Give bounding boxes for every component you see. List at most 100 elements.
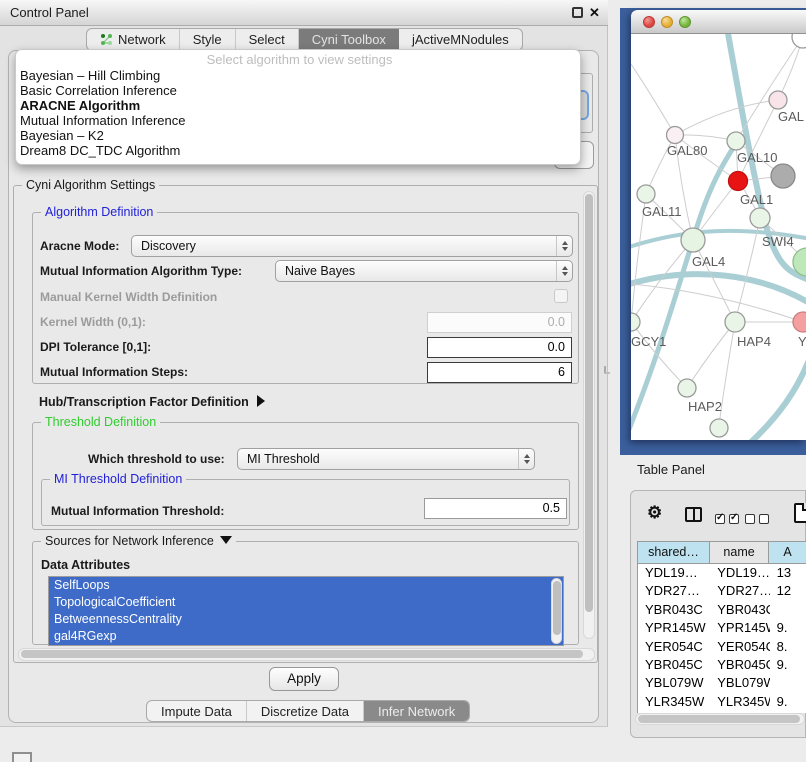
node-gal80[interactable] xyxy=(667,127,684,144)
dpi-tolerance-field[interactable]: 0.0 xyxy=(427,337,572,358)
node-label: GAL80 xyxy=(667,143,707,158)
node-hap2[interactable] xyxy=(678,379,696,397)
collapse-arrow-icon[interactable] xyxy=(220,536,232,544)
node-gray[interactable] xyxy=(771,164,795,188)
cell: YER054C xyxy=(638,638,710,656)
hub-tf-definition-toggle[interactable]: Hub/Transcription Factor Definition xyxy=(39,393,265,411)
stepper-arrows-icon xyxy=(556,236,572,256)
algorithm-option[interactable]: Bayesian – Hill Climbing xyxy=(19,68,580,83)
node-label: HAP4 xyxy=(737,334,771,349)
node-gal4[interactable] xyxy=(681,228,705,252)
table-row[interactable]: YBR043CYBR043C xyxy=(638,601,806,619)
mi-algorithm-type-combo[interactable]: Naive Bayes xyxy=(275,260,573,282)
aracne-mode-value: Discovery xyxy=(132,239,556,253)
table-row[interactable]: YBL079WYBL079W xyxy=(638,674,806,692)
tab-network[interactable]: Network xyxy=(87,29,180,50)
algorithm-option[interactable]: Basic Correlation Inference xyxy=(19,83,580,98)
table-horizontal-scrollbar-thumb[interactable] xyxy=(638,715,800,723)
cell: YBL079W xyxy=(710,674,769,692)
which-threshold-combo[interactable]: MI Threshold xyxy=(237,448,535,470)
tab-select[interactable]: Select xyxy=(236,29,299,50)
cyni-algorithm-settings-group: Cyni Algorithm Settings Algorithm Defini… xyxy=(13,185,598,663)
network-window-titlebar[interactable] xyxy=(631,10,806,34)
mi-steps-field[interactable]: 6 xyxy=(427,362,572,383)
network-canvas[interactable]: GAL GAL80 GAL10 GAL1 GAL11 SWI4 GAL4 GCY… xyxy=(631,34,806,440)
aracne-mode-combo[interactable]: Discovery xyxy=(131,235,573,257)
node-unlabeled-bottom[interactable] xyxy=(710,419,728,437)
tab-style[interactable]: Style xyxy=(180,29,236,50)
column-header-name[interactable]: name xyxy=(710,542,769,563)
deselect-all-columns-icon[interactable] xyxy=(745,511,773,529)
dpi-tolerance-label: DPI Tolerance [0,1]: xyxy=(40,340,151,354)
manual-kernel-width-label: Manual Kernel Width Definition xyxy=(40,290,217,304)
node-hap4[interactable] xyxy=(725,312,745,332)
node-label: GCY1 xyxy=(631,334,666,349)
node-gal11[interactable] xyxy=(637,185,655,203)
algorithm-option-selected[interactable]: ARACNE Algorithm xyxy=(19,98,580,113)
columns-icon[interactable] xyxy=(685,507,702,522)
cell: YER054C xyxy=(710,638,769,656)
table-row[interactable]: YBR045CYBR045C9. xyxy=(638,656,806,674)
table-horizontal-scrollbar[interactable] xyxy=(635,713,805,725)
attributes-scrollbar-thumb[interactable] xyxy=(553,581,561,635)
float-window-icon[interactable] xyxy=(572,7,583,18)
attribute-item-selected[interactable]: gal4RGexp xyxy=(49,628,563,645)
algorithm-option[interactable]: Dream8 DC_TDC Algorithm xyxy=(19,143,580,158)
node-gcy1[interactable] xyxy=(631,313,640,331)
tab-cyni-toolbox[interactable]: Cyni Toolbox xyxy=(299,29,399,50)
attributes-scrollbar[interactable] xyxy=(551,578,562,644)
minimized-panel-icon[interactable] xyxy=(12,752,32,762)
kernel-width-field[interactable]: 0.0 xyxy=(427,312,572,333)
zoom-traffic-light-icon[interactable] xyxy=(679,16,691,28)
settings-horizontal-scrollbar-thumb[interactable] xyxy=(21,650,583,658)
gear-icon[interactable]: ⚙ xyxy=(647,503,662,523)
cell: YDL19… xyxy=(710,564,769,582)
document-icon[interactable] xyxy=(794,503,806,523)
cell: YBR045C xyxy=(710,656,769,674)
network-view-window[interactable]: GAL GAL80 GAL10 GAL1 GAL11 SWI4 GAL4 GCY… xyxy=(631,10,806,440)
tab-discretize-data[interactable]: Discretize Data xyxy=(247,701,364,721)
cell: 13 xyxy=(770,564,806,582)
tab-impute-data[interactable]: Impute Data xyxy=(147,701,247,721)
attribute-item-selected[interactable]: BetweennessCentrality xyxy=(49,611,563,628)
settings-vertical-scrollbar-thumb[interactable] xyxy=(585,194,593,612)
close-icon[interactable]: ✕ xyxy=(589,4,600,22)
manual-kernel-width-checkbox[interactable] xyxy=(554,289,568,303)
sources-group-title: Sources for Network Inference xyxy=(41,534,236,548)
close-traffic-light-icon[interactable] xyxy=(643,16,655,28)
which-threshold-value: MI Threshold xyxy=(238,452,518,466)
settings-vertical-scrollbar[interactable] xyxy=(583,191,595,639)
table-panel-title: Table Panel xyxy=(637,462,705,477)
algorithm-option[interactable]: Mutual Information Inference xyxy=(19,113,580,128)
table-row[interactable]: YDL19…YDL19…13 xyxy=(638,564,806,582)
mi-threshold-definition-group: MI Threshold Definition Mutual Informati… xyxy=(41,479,570,526)
column-header-shared-name[interactable]: shared… xyxy=(638,542,710,563)
node-swi4[interactable] xyxy=(750,208,770,228)
attribute-item-selected[interactable]: TopologicalCoefficient xyxy=(49,594,563,611)
node-unlabeled[interactable] xyxy=(792,34,806,48)
table-row[interactable]: YER054CYER054C8. xyxy=(638,638,806,656)
tab-infer-network[interactable]: Infer Network xyxy=(364,701,469,721)
column-header-partial[interactable]: A xyxy=(769,542,806,563)
apply-button[interactable]: Apply xyxy=(269,667,339,691)
attribute-item-selected[interactable]: SelfLoops xyxy=(49,577,563,594)
minimize-traffic-light-icon[interactable] xyxy=(661,16,673,28)
panel-resize-handle[interactable] xyxy=(604,366,610,374)
algorithm-option[interactable]: Bayesian – K2 xyxy=(19,128,580,143)
table-row[interactable]: YLR345WYLR345W9. xyxy=(638,693,806,711)
data-attributes-list[interactable]: SelfLoops TopologicalCoefficient Between… xyxy=(48,576,564,646)
table-row[interactable]: YPR145WYPR145W9. xyxy=(638,619,806,637)
select-all-columns-icon[interactable] xyxy=(715,511,743,529)
node-y-partial[interactable] xyxy=(793,312,806,332)
cell: 9. xyxy=(770,656,806,674)
table-row[interactable]: YDR27…YDR27…12 xyxy=(638,582,806,600)
node-gal1-red[interactable] xyxy=(729,172,748,191)
node-gal-partial[interactable] xyxy=(769,91,787,109)
settings-horizontal-scrollbar[interactable] xyxy=(18,648,595,661)
node-gal10[interactable] xyxy=(727,132,745,150)
table-header-row: shared… name A xyxy=(637,541,806,564)
tab-impute-data-label: Impute Data xyxy=(161,704,232,719)
mi-threshold-field[interactable]: 0.5 xyxy=(424,498,567,519)
control-panel-title: Control Panel xyxy=(10,0,89,26)
tab-jactivemnodules[interactable]: jActiveMNodules xyxy=(399,29,522,50)
